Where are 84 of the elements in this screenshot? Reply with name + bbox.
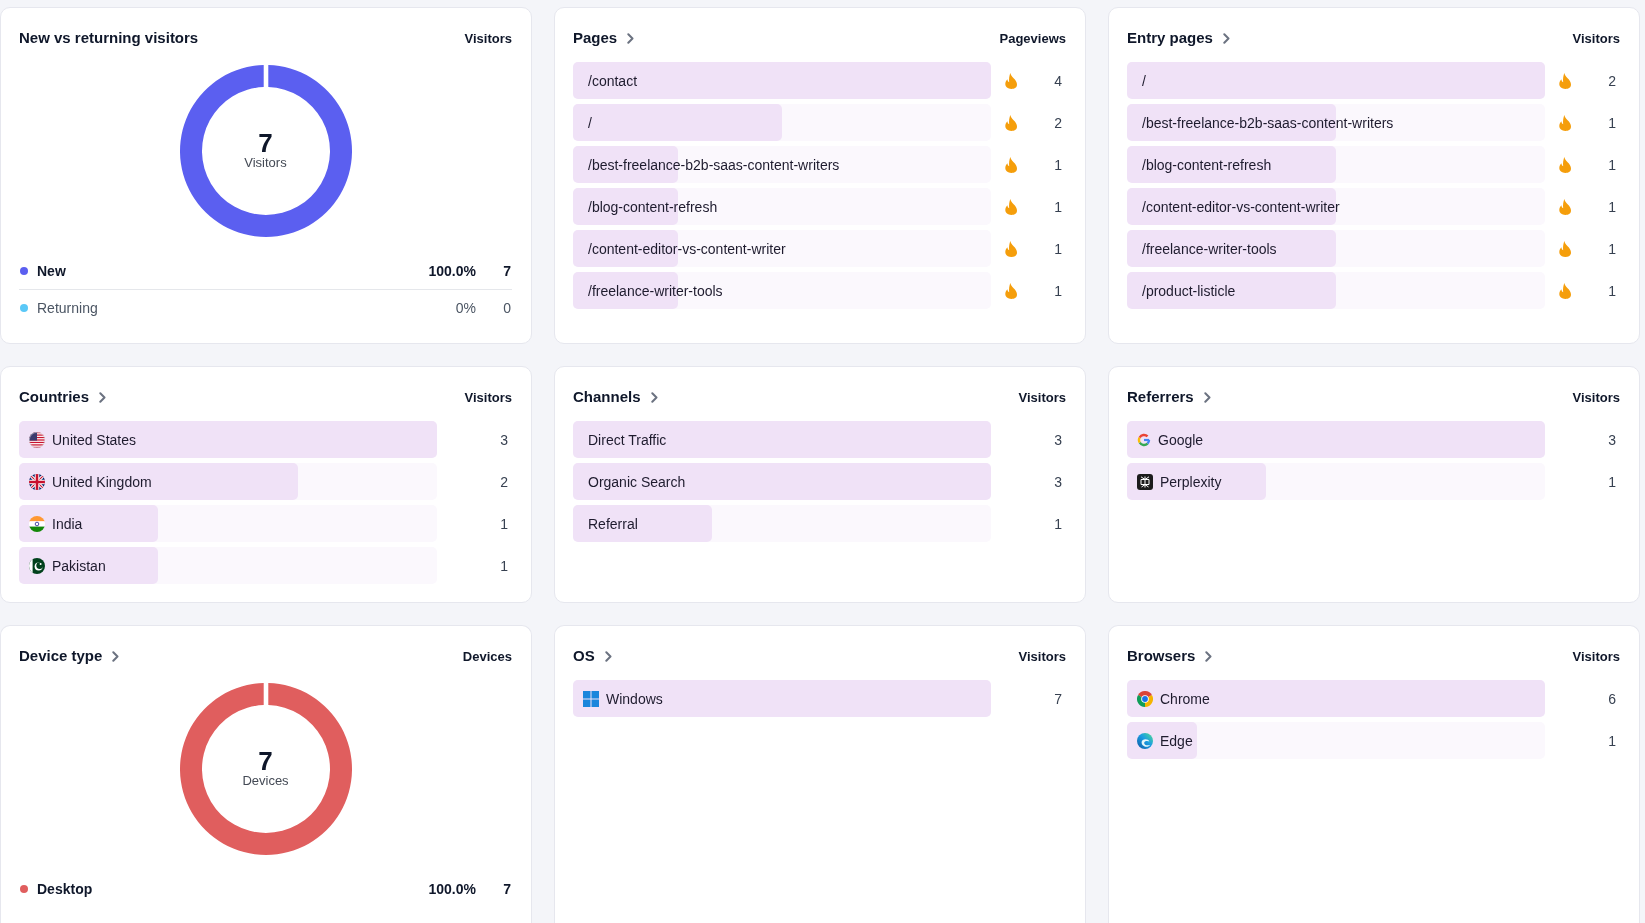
row-value: 1: [1054, 514, 1062, 533]
card-title: New vs returning visitors: [19, 29, 199, 47]
row-value: 1: [1054, 155, 1062, 174]
donut-total: 7: [258, 749, 273, 773]
row-label: United States: [52, 430, 137, 449]
row-value: 1: [1054, 281, 1062, 300]
legend-percent: 100.0%: [428, 262, 476, 280]
row-label: /blog-content-refresh: [1142, 155, 1272, 174]
windows-icon: [583, 690, 599, 707]
column-header: Devices: [462, 648, 512, 666]
card-title-link[interactable]: Channels: [573, 388, 658, 406]
donut-total-label: Devices: [242, 773, 289, 789]
column-header: Visitors: [464, 30, 512, 48]
row-label: United Kingdom: [52, 472, 152, 491]
row-value: 2: [1608, 71, 1616, 90]
legend-value: 7: [502, 262, 512, 280]
row-label: Direct Traffic: [588, 430, 667, 449]
legend-label: New: [37, 262, 67, 280]
card-title-link[interactable]: Entry pages: [1127, 29, 1230, 47]
google-icon: [1137, 432, 1151, 447]
donut-total: 7: [258, 131, 273, 155]
card-title-link[interactable]: OS: [573, 647, 612, 665]
row-value: 7: [1054, 689, 1062, 708]
row-label: /freelance-writer-tools: [588, 281, 723, 300]
row-value: 1: [1608, 731, 1616, 750]
row-value: 2: [1054, 113, 1062, 132]
row-value: 2: [500, 472, 508, 491]
row-label: Referral: [588, 514, 638, 533]
chrome-icon: [1137, 690, 1153, 707]
row-label: /content-editor-vs-content-writer: [1142, 197, 1340, 216]
row-value: 1: [1608, 239, 1616, 258]
row-value: 1: [1608, 472, 1616, 491]
column-header: Visitors: [1018, 389, 1066, 407]
row-value: 1: [1608, 155, 1616, 174]
card-title-link[interactable]: Browsers: [1127, 647, 1213, 665]
row-value: 1: [1054, 239, 1062, 258]
row-value: 3: [1054, 430, 1062, 449]
row-value: 3: [1054, 472, 1062, 491]
legend-value: 7: [502, 880, 512, 898]
legend-value: 0: [502, 298, 512, 317]
row-label: Pakistan: [52, 556, 106, 575]
row-value: 1: [1608, 113, 1616, 132]
card-title-link[interactable]: Device type: [19, 647, 120, 665]
row-label: Perplexity: [1160, 472, 1222, 491]
legend-label: Returning: [37, 298, 99, 317]
row-value: 3: [1608, 430, 1616, 449]
row-label: Google: [1158, 430, 1204, 449]
legend-label: Desktop: [37, 880, 94, 898]
row-label: India: [52, 514, 83, 533]
row-label: /blog-content-refresh: [588, 197, 718, 216]
row-value: 1: [500, 514, 508, 533]
column-header: Visitors: [1018, 648, 1066, 666]
legend-percent: 100.0%: [428, 880, 476, 898]
column-header: Pageviews: [999, 30, 1066, 48]
row-label: Windows: [606, 689, 663, 708]
column-header: Visitors: [1572, 30, 1620, 48]
row-label: Organic Search: [588, 472, 686, 491]
row-label: /product-listicle: [1142, 281, 1236, 300]
row-label: /best-freelance-b2b-saas-content-writers: [1142, 113, 1394, 132]
column-header: Visitors: [1572, 389, 1620, 407]
legend-percent: 0%: [455, 298, 476, 317]
column-header: Visitors: [464, 389, 512, 407]
card-title-link[interactable]: Countries: [19, 388, 106, 406]
row-label: /freelance-writer-tools: [1142, 239, 1277, 258]
row-label: /best-freelance-b2b-saas-content-writers: [588, 155, 840, 174]
row-label: Chrome: [1160, 689, 1210, 708]
india-flag-icon: [29, 515, 45, 532]
column-header: Visitors: [1572, 648, 1620, 666]
donut-total-label: Visitors: [244, 155, 287, 171]
card-title-link[interactable]: Pages: [573, 29, 635, 47]
row-value: 3: [500, 430, 508, 449]
row-value: 1: [1608, 281, 1616, 300]
card-title-link[interactable]: Referrers: [1127, 388, 1211, 406]
row-label: /: [588, 113, 592, 132]
row-label: /: [1142, 71, 1146, 90]
row-label: /content-editor-vs-content-writer: [588, 239, 786, 258]
row-label: Edge: [1160, 731, 1193, 750]
row-label: /contact: [588, 71, 638, 90]
edge-icon: [1137, 732, 1153, 749]
row-value: 1: [1054, 197, 1062, 216]
row-value: 4: [1054, 71, 1062, 90]
row-value: 1: [500, 556, 508, 575]
row-value: 6: [1608, 689, 1616, 708]
row-value: 1: [1608, 197, 1616, 216]
